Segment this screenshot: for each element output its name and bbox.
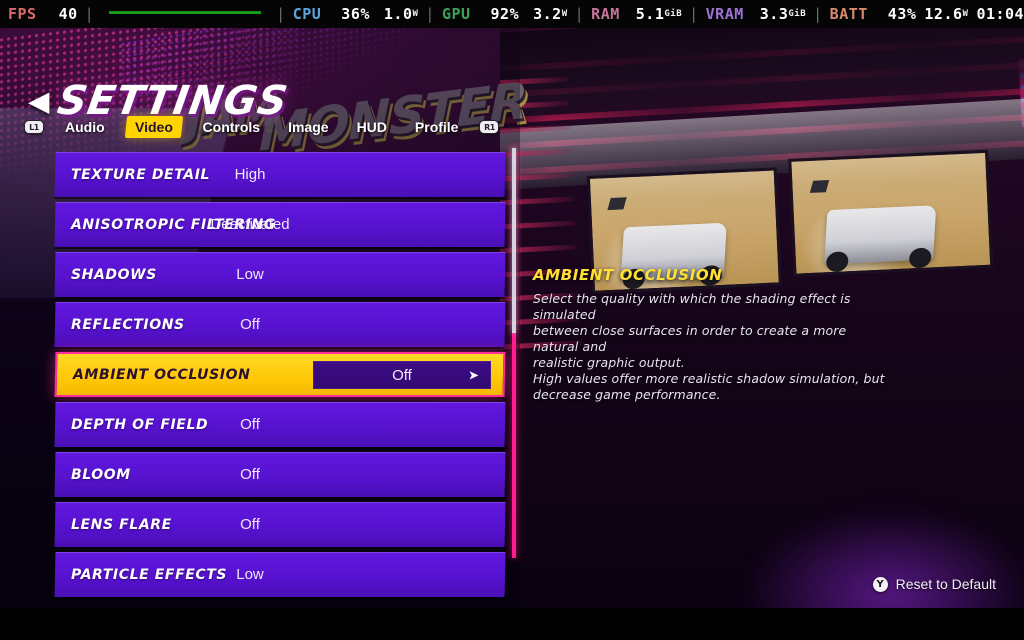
- description-line: Select the quality with which the shadin…: [533, 291, 851, 322]
- setting-row-depth-of-field[interactable]: DEPTH OF FIELD Off: [54, 402, 506, 447]
- description-line: decrease game performance.: [533, 387, 721, 402]
- setting-label: PARTICLE EFFECTS: [71, 566, 228, 583]
- cpu-label: CPU: [292, 5, 322, 23]
- separator-3: |: [425, 5, 435, 23]
- separator-5: |: [689, 5, 699, 23]
- setting-row-particle-effects[interactable]: PARTICLE EFFECTS Low: [54, 552, 506, 597]
- gpu-power: 3.2: [533, 5, 562, 23]
- letterbox-bar: [0, 608, 1024, 640]
- setting-row-shadows[interactable]: SHADOWS Low: [54, 252, 506, 297]
- setting-row-reflections[interactable]: REFLECTIONS Off: [54, 302, 506, 347]
- tab-controls[interactable]: Controls: [196, 116, 268, 138]
- setting-row-lens-flare[interactable]: LENS FLARE Off: [54, 502, 506, 547]
- cpu-power: 1.0: [383, 5, 413, 23]
- jumbotron-screen-right: [788, 149, 994, 277]
- setting-row-anisotropic-filtering[interactable]: ANISOTROPIC FILTERING Deactivated: [54, 202, 506, 247]
- batt-time: 01:04: [976, 5, 1024, 23]
- list-scrollbar-thumb[interactable]: [512, 148, 516, 333]
- description-body: Select the quality with which the shadin…: [533, 291, 893, 403]
- cpu-value: 36%: [341, 5, 370, 23]
- gpu-power-unit: W: [561, 9, 568, 19]
- separator-4: |: [574, 5, 585, 23]
- separator-2: |: [276, 5, 286, 23]
- setting-label: TEXTURE DETAIL: [71, 166, 211, 183]
- description-line: High values offer more realistic shadow …: [533, 371, 885, 386]
- screen-flag: [810, 180, 830, 194]
- setting-label: REFLECTIONS: [71, 316, 185, 333]
- setting-label: LENS FLARE: [71, 516, 172, 533]
- fps-label: FPS: [8, 5, 37, 23]
- batt-power-unit: W: [962, 9, 969, 19]
- setting-label: ANISOTROPIC FILTERING: [71, 216, 276, 233]
- fps-value: 40: [58, 5, 78, 23]
- setting-row-ambient-occlusion[interactable]: AMBIENT OCCLUSION Off ➤: [54, 352, 506, 397]
- monster-truck: [824, 205, 936, 265]
- description-title: AMBIENT OCCLUSION: [533, 266, 723, 284]
- settings-list: TEXTURE DETAIL High ANISOTROPIC FILTERIN…: [54, 152, 506, 597]
- tab-hud[interactable]: HUD: [350, 116, 394, 138]
- description-line: between close surfaces in order to creat…: [533, 323, 847, 354]
- vram-unit: GiB: [788, 9, 807, 19]
- gpu-label: GPU: [441, 5, 471, 23]
- setting-label: AMBIENT OCCLUSION: [73, 366, 251, 383]
- setting-label: DEPTH OF FIELD: [71, 416, 209, 433]
- ram-unit: GiB: [664, 9, 683, 19]
- back-arrow-icon[interactable]: ◀: [28, 88, 50, 114]
- left-bumper-icon[interactable]: L1: [24, 120, 44, 134]
- description-line: realistic graphic output.: [533, 355, 685, 370]
- ram-value: 5.1: [635, 5, 665, 23]
- tab-video-label: Video: [134, 119, 173, 135]
- batt-value: 43%: [887, 5, 917, 23]
- batt-power: 12.6: [924, 5, 963, 23]
- chevron-right-icon[interactable]: ➤: [468, 367, 479, 382]
- setting-description-panel: AMBIENT OCCLUSION Select the quality wit…: [533, 266, 893, 403]
- separator-1: |: [84, 5, 95, 23]
- setting-value-selector[interactable]: Off ➤: [313, 360, 491, 389]
- list-scrollbar-track[interactable]: [512, 148, 516, 558]
- batt-label: BATT: [829, 5, 868, 23]
- setting-label: BLOOM: [71, 466, 131, 483]
- y-button-icon: Y: [872, 576, 888, 592]
- vram-label: VRAM: [705, 5, 744, 23]
- tab-profile[interactable]: Profile: [408, 116, 466, 138]
- tab-video[interactable]: Video: [124, 116, 183, 138]
- fps-line-graph: [105, 3, 265, 25]
- game-settings-screen: JAM MONSTER FPS 40 | | CPU 36% 1.0 W | G…: [0, 0, 1024, 640]
- reset-to-default-button[interactable]: Y Reset to Default: [872, 576, 996, 592]
- right-bumper-icon[interactable]: R1: [479, 120, 500, 134]
- setting-row-bloom[interactable]: BLOOM Off: [54, 452, 506, 497]
- setting-value: Off: [392, 366, 412, 383]
- tab-audio[interactable]: Audio: [58, 116, 112, 138]
- tab-image[interactable]: Image: [281, 116, 335, 138]
- gpu-value: 92%: [490, 5, 520, 23]
- performance-overlay: FPS 40 | | CPU 36% 1.0 W | GPU 92% 3.2 W…: [0, 0, 1024, 28]
- setting-row-texture-detail[interactable]: TEXTURE DETAIL High: [54, 152, 506, 197]
- vram-value: 3.3: [759, 5, 789, 23]
- ram-label: RAM: [591, 5, 620, 23]
- cpu-power-unit: W: [412, 9, 419, 19]
- setting-label: SHADOWS: [71, 266, 157, 283]
- reset-to-default-label: Reset to Default: [895, 576, 996, 592]
- screen-flag: [607, 197, 628, 211]
- separator-6: |: [813, 5, 823, 23]
- settings-tab-bar: L1 Audio Video Controls Image HUD Profil…: [24, 114, 500, 140]
